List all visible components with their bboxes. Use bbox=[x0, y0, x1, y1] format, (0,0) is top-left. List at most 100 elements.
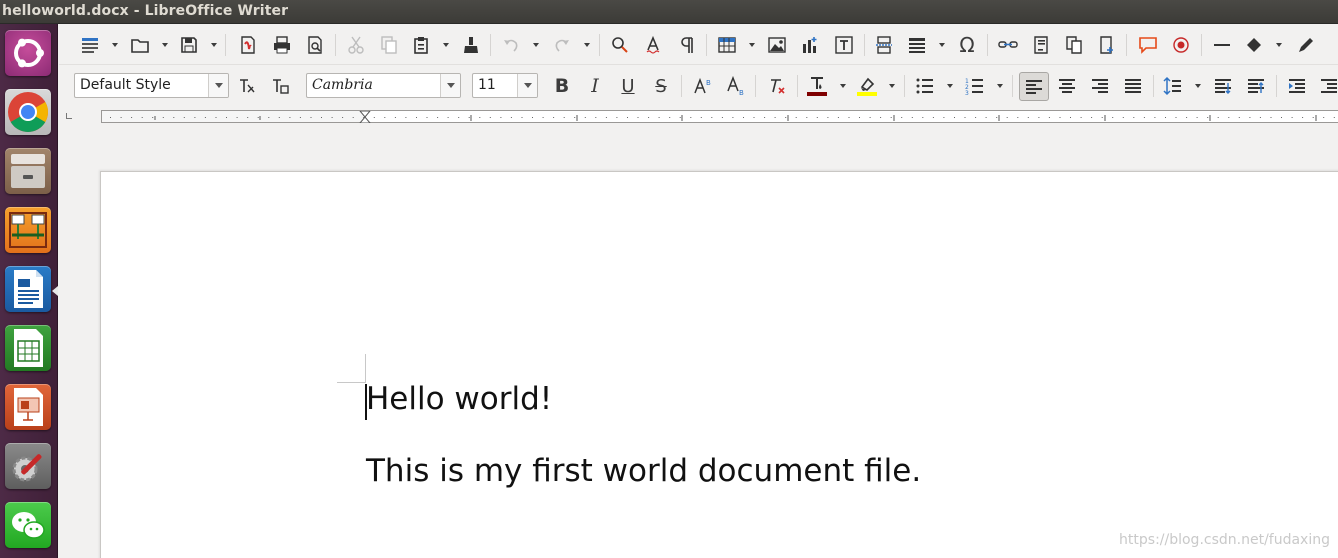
insert-line-icon[interactable] bbox=[1210, 33, 1234, 57]
chevron-down-icon[interactable] bbox=[440, 74, 460, 97]
numbering-dropdown[interactable] bbox=[996, 74, 1004, 98]
special-character-icon[interactable]: Ω bbox=[955, 33, 979, 57]
launcher-item-calc[interactable] bbox=[3, 323, 53, 375]
find-replace-icon[interactable] bbox=[608, 33, 632, 57]
align-right-icon[interactable] bbox=[1088, 74, 1112, 98]
print-preview-icon[interactable] bbox=[303, 33, 327, 57]
print-icon[interactable] bbox=[270, 33, 294, 57]
line-spacing-icon[interactable] bbox=[1161, 74, 1185, 98]
insert-textbox-icon[interactable] bbox=[832, 33, 856, 57]
highlight-dropdown[interactable] bbox=[888, 74, 896, 98]
ruler-dot bbox=[352, 117, 354, 118]
endnote-icon[interactable] bbox=[1062, 33, 1086, 57]
basic-shapes-icon[interactable] bbox=[1242, 33, 1266, 57]
copy-icon[interactable] bbox=[377, 33, 401, 57]
align-left-icon[interactable] bbox=[1019, 72, 1049, 101]
launcher-item-writer[interactable] bbox=[3, 264, 53, 316]
launcher-item-diagram[interactable] bbox=[3, 205, 53, 257]
track-changes-icon[interactable] bbox=[1169, 33, 1193, 57]
bookmark-icon[interactable] bbox=[1095, 33, 1119, 57]
document-area[interactable]: Hello world! This is my first world docu… bbox=[59, 126, 1338, 558]
ruler-dot bbox=[458, 117, 460, 118]
ruler-dot bbox=[1143, 117, 1145, 118]
ruler-dot bbox=[648, 117, 650, 118]
decrease-indent-icon[interactable] bbox=[1317, 74, 1338, 98]
ruler-dot bbox=[837, 117, 839, 118]
export-pdf-icon[interactable] bbox=[236, 33, 260, 57]
footnote-icon[interactable] bbox=[1029, 33, 1053, 57]
paragraph-1[interactable]: Hello world! bbox=[366, 381, 552, 417]
new-style-icon[interactable] bbox=[268, 74, 292, 98]
font-size-combo[interactable]: 11 bbox=[472, 73, 538, 98]
chevron-down-icon[interactable] bbox=[517, 74, 537, 97]
tab-stop-selector-icon[interactable] bbox=[66, 113, 72, 119]
redo-icon[interactable] bbox=[550, 33, 574, 57]
justify-icon[interactable] bbox=[1121, 74, 1145, 98]
update-style-icon[interactable] bbox=[235, 74, 259, 98]
paragraph-2[interactable]: This is my first world document file. bbox=[366, 453, 921, 489]
subscript-icon[interactable]: B bbox=[724, 74, 748, 98]
clone-formatting-icon[interactable] bbox=[459, 33, 483, 57]
bold-icon[interactable]: B bbox=[550, 74, 574, 98]
bullet-list-icon[interactable] bbox=[913, 74, 937, 98]
font-color-icon[interactable] bbox=[805, 74, 829, 98]
open-folder-icon[interactable] bbox=[128, 33, 152, 57]
clear-formatting-icon[interactable] bbox=[765, 74, 789, 98]
spelling-icon[interactable] bbox=[642, 33, 666, 57]
formatting-marks-icon[interactable] bbox=[675, 33, 699, 57]
undo-icon[interactable] bbox=[499, 33, 523, 57]
increase-spacing-icon[interactable] bbox=[1211, 74, 1235, 98]
bullet-dropdown[interactable] bbox=[946, 74, 954, 98]
shapes-dropdown[interactable] bbox=[1275, 33, 1283, 57]
insert-field-icon[interactable] bbox=[905, 33, 929, 57]
redo-dropdown[interactable] bbox=[583, 33, 591, 57]
font-name-combo[interactable]: Cambria bbox=[306, 73, 461, 98]
comment-icon[interactable] bbox=[1136, 33, 1160, 57]
draw-icon[interactable] bbox=[1294, 33, 1318, 57]
ruler-dot bbox=[321, 117, 322, 118]
increase-indent-icon[interactable] bbox=[1285, 74, 1309, 98]
insert-chart-icon[interactable] bbox=[798, 33, 822, 57]
insert-table-icon[interactable] bbox=[715, 33, 739, 57]
paste-dropdown[interactable] bbox=[442, 33, 450, 57]
launcher-item-impress[interactable] bbox=[3, 382, 53, 434]
field-dropdown[interactable] bbox=[938, 33, 946, 57]
launcher-item-wechat[interactable] bbox=[3, 500, 53, 552]
ruler-dot bbox=[236, 117, 238, 118]
save-dropdown[interactable] bbox=[210, 33, 218, 57]
save-icon[interactable] bbox=[177, 33, 201, 57]
watermark: https://blog.csdn.net/fudaxing bbox=[1119, 532, 1330, 548]
cut-icon[interactable] bbox=[344, 33, 368, 57]
launcher-item-chrome[interactable] bbox=[3, 87, 53, 139]
highlight-color-icon[interactable] bbox=[855, 74, 879, 98]
superscript-icon[interactable]: B bbox=[691, 74, 715, 98]
italic-icon[interactable]: I bbox=[583, 74, 607, 98]
align-center-icon[interactable] bbox=[1055, 74, 1079, 98]
insert-image-icon[interactable] bbox=[765, 33, 789, 57]
decrease-spacing-icon[interactable] bbox=[1244, 74, 1268, 98]
new-document-icon[interactable] bbox=[78, 33, 102, 57]
horizontal-ruler[interactable] bbox=[101, 110, 1338, 123]
strikethrough-icon[interactable]: S bbox=[649, 74, 673, 98]
ruler-dot bbox=[785, 117, 787, 118]
ruler-dot bbox=[510, 117, 512, 118]
ruler-dot bbox=[859, 117, 860, 118]
open-dropdown[interactable] bbox=[161, 33, 169, 57]
hyperlink-icon[interactable] bbox=[996, 33, 1020, 57]
spacing-dropdown[interactable] bbox=[1194, 74, 1202, 98]
page-break-icon[interactable] bbox=[872, 33, 896, 57]
document-page[interactable]: Hello world! This is my first world docu… bbox=[100, 171, 1338, 558]
font-color-dropdown[interactable] bbox=[839, 74, 847, 98]
launcher-item-files[interactable] bbox=[3, 146, 53, 198]
paste-icon[interactable] bbox=[409, 33, 433, 57]
launcher-item-dash[interactable] bbox=[3, 28, 53, 80]
new-dropdown[interactable] bbox=[111, 33, 119, 57]
paragraph-style-combo[interactable]: Default Style bbox=[74, 73, 229, 98]
undo-dropdown[interactable] bbox=[532, 33, 540, 57]
launcher-item-settings[interactable] bbox=[3, 441, 53, 493]
underline-icon[interactable]: U bbox=[616, 74, 640, 98]
numbered-list-icon[interactable]: 123 bbox=[963, 74, 987, 98]
ruler-dot bbox=[447, 117, 449, 118]
chevron-down-icon[interactable] bbox=[208, 74, 228, 97]
table-dropdown[interactable] bbox=[748, 33, 756, 57]
